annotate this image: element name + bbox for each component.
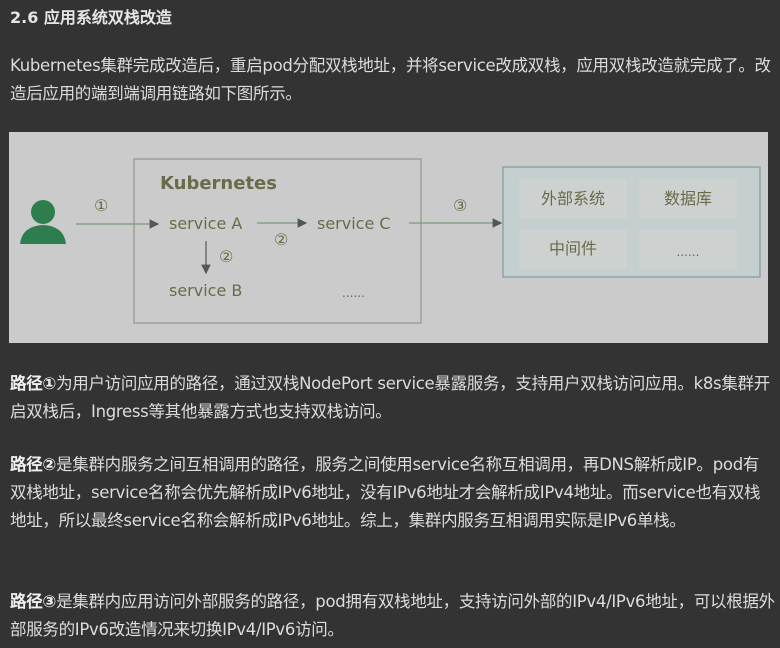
path2-paragraph: 路径②是集群内服务之间互相调用的路径，服务之间使用service名称互相调用，再…: [10, 451, 775, 535]
path1-label: 路径①: [10, 374, 57, 393]
architecture-diagram: Kubernetes ① service A ② service C ② ser…: [9, 132, 768, 343]
path2-marker-c: ②: [274, 230, 288, 249]
intro-paragraph: Kubernetes集群完成改造后，重启pod分配双栈地址，并将service改…: [10, 56, 771, 103]
database: 数据库: [664, 189, 712, 208]
path2-label: 路径②: [10, 455, 57, 474]
cluster-title: Kubernetes: [160, 173, 277, 194]
path3-marker: ③: [453, 196, 467, 215]
external-system: 外部系统: [541, 189, 605, 208]
cluster-more: ......: [342, 286, 365, 300]
service-a: service A: [169, 214, 242, 233]
service-c: service C: [317, 214, 391, 233]
path2-text: 是集群内服务之间互相调用的路径，服务之间使用service名称互相调用，再DNS…: [10, 455, 761, 530]
middleware: 中间件: [549, 239, 597, 258]
service-b: service B: [169, 281, 242, 300]
path3-text: 是集群内应用访问外部服务的路径，pod拥有双栈地址，支持访问外部的IPv4/IP…: [10, 592, 775, 639]
path3-label: 路径③: [10, 592, 57, 611]
path3-paragraph: 路径③是集群内应用访问外部服务的路径，pod拥有双栈地址，支持访问外部的IPv4…: [10, 588, 775, 644]
path1-text: 为用户访问应用的路径，通过双栈NodePort service暴露服务，支持用户…: [10, 374, 770, 421]
path1-paragraph: 路径①为用户访问应用的路径，通过双栈NodePort service暴露服务，支…: [10, 370, 775, 426]
user-icon: [20, 200, 66, 244]
path1-marker: ①: [94, 196, 108, 215]
section-heading: 2.6 应用系统双栈改造: [10, 8, 172, 27]
path2-marker-b: ②: [219, 247, 233, 266]
external-more: ......: [677, 245, 700, 259]
